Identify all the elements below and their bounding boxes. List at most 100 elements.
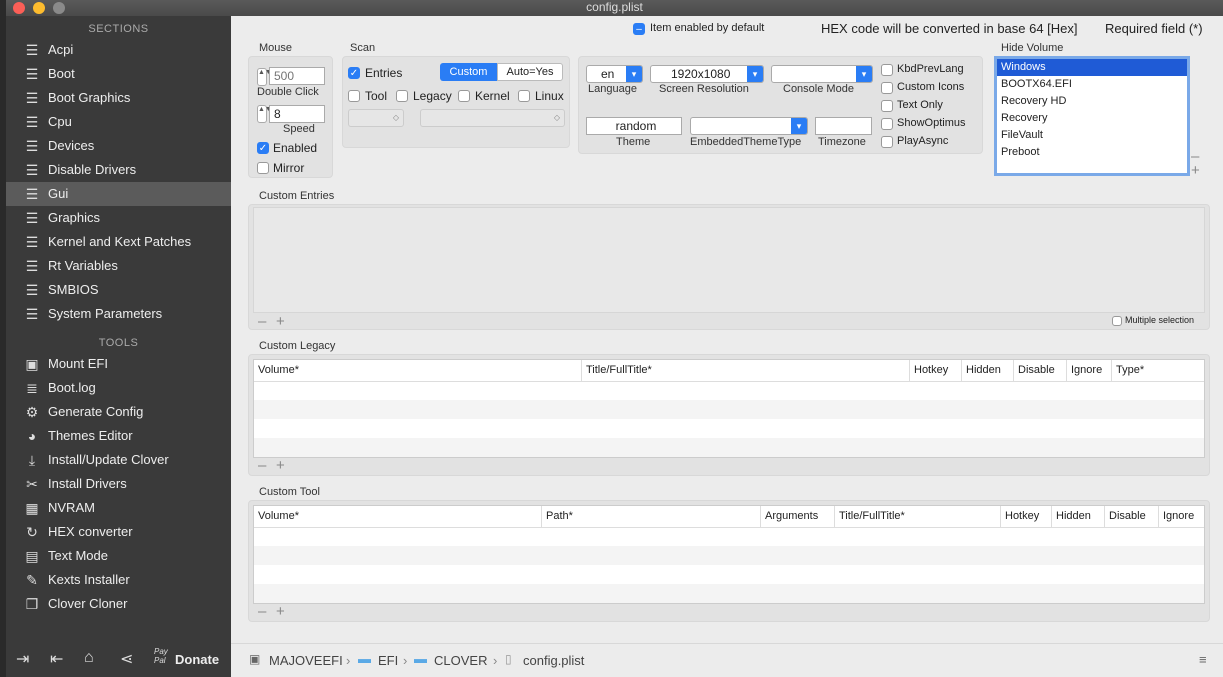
chip-icon: ▦ bbox=[25, 500, 39, 516]
speed-stepper[interactable]: ▲▼ bbox=[257, 105, 272, 123]
sidebar-item-system-parameters[interactable]: ☰ System Parameters bbox=[6, 302, 231, 326]
minimize-window-button[interactable] bbox=[33, 2, 45, 14]
auto-yes-segment[interactable]: Auto=Yes bbox=[497, 63, 563, 81]
custom-legacy-table[interactable]: Volume* Title/FullTitle* Hotkey Hidden D… bbox=[253, 359, 1205, 458]
sidebar-item-acpi[interactable]: ☰ Acpi bbox=[6, 38, 231, 62]
entries-checkbox[interactable]: ✓ bbox=[348, 67, 360, 79]
path-segment[interactable]: CLOVER bbox=[434, 653, 487, 668]
tool-themes-editor[interactable]: ◕ Themes Editor bbox=[6, 424, 231, 448]
tool-generate-config[interactable]: ⚙ Generate Config bbox=[6, 400, 231, 424]
custom-legacy-remove-button[interactable]: – bbox=[258, 458, 266, 473]
path-segment[interactable]: config.plist bbox=[523, 653, 584, 668]
scan-legacy-popup[interactable]: ◇ bbox=[348, 109, 404, 127]
column-header[interactable]: Hidden bbox=[962, 360, 1014, 381]
column-header[interactable]: Title/FullTitle* bbox=[835, 506, 1001, 527]
tool-clover-cloner[interactable]: ❐ Clover Cloner bbox=[6, 592, 231, 616]
speed-input[interactable]: 8 bbox=[269, 105, 325, 123]
column-header[interactable]: Type* bbox=[1112, 360, 1204, 381]
sidebar-item-boot-graphics[interactable]: ☰ Boot Graphics bbox=[6, 86, 231, 110]
sidebar-item-cpu[interactable]: ☰ Cpu bbox=[6, 110, 231, 134]
table-row bbox=[254, 400, 1204, 419]
custom-entries-add-button[interactable]: + bbox=[276, 314, 285, 329]
sidebar-item-disable-drivers[interactable]: ☰ Disable Drivers bbox=[6, 158, 231, 182]
timezone-input[interactable] bbox=[815, 117, 872, 135]
mirror-checkbox[interactable] bbox=[257, 162, 269, 174]
sidebar-item-kernel-kext-patches[interactable]: ☰ Kernel and Kext Patches bbox=[6, 230, 231, 254]
sidebar-item-smbios[interactable]: ☰ SMBIOS bbox=[6, 278, 231, 302]
donate-button[interactable]: Donate bbox=[175, 652, 219, 667]
sidebar-item-boot[interactable]: ☰ Boot bbox=[6, 62, 231, 86]
list-item[interactable]: Recovery bbox=[997, 110, 1187, 127]
tool-checkbox[interactable] bbox=[348, 90, 360, 102]
sidebar-item-devices[interactable]: ☰ Devices bbox=[6, 134, 231, 158]
legacy-checkbox[interactable] bbox=[396, 90, 408, 102]
playasync-checkbox[interactable] bbox=[881, 136, 893, 148]
chevron-down-icon: ▾ bbox=[791, 118, 807, 134]
hide-volume-add-button[interactable]: + bbox=[1191, 163, 1200, 178]
list-item[interactable]: BOOTX64.EFI bbox=[997, 76, 1187, 93]
tool-boot-log[interactable]: ≣ Boot.log bbox=[6, 376, 231, 400]
export-icon[interactable]: ⇤ bbox=[50, 649, 63, 669]
custom-icons-checkbox[interactable] bbox=[881, 82, 893, 94]
menu-icon[interactable]: ≡ bbox=[1199, 652, 1207, 667]
sidebar-item-rt-variables[interactable]: ☰ Rt Variables bbox=[6, 254, 231, 278]
kernel-checkbox[interactable] bbox=[458, 90, 470, 102]
double-click-input[interactable] bbox=[269, 67, 325, 85]
scan-kernel-popup[interactable]: ◇ bbox=[420, 109, 565, 127]
sidebar-item-graphics[interactable]: ☰ Graphics bbox=[6, 206, 231, 230]
linux-checkbox[interactable] bbox=[518, 90, 530, 102]
double-click-stepper[interactable]: ▲▼ bbox=[257, 68, 272, 86]
tool-mount-efi[interactable]: ▣ Mount EFI bbox=[6, 352, 231, 376]
column-header[interactable]: Volume* bbox=[254, 506, 542, 527]
home-icon[interactable]: ⌂ bbox=[84, 649, 94, 667]
tool-install-drivers[interactable]: ✂ Install Drivers bbox=[6, 472, 231, 496]
language-popup[interactable]: en ▾ bbox=[586, 65, 643, 83]
chevron-down-icon: ▾ bbox=[747, 66, 763, 82]
console-mode-popup[interactable]: ▾ bbox=[771, 65, 873, 83]
embedded-theme-popup[interactable]: ▾ bbox=[690, 117, 808, 135]
import-icon[interactable]: ⇥ bbox=[16, 649, 29, 669]
tool-hex-converter[interactable]: ↻ HEX converter bbox=[6, 520, 231, 544]
column-header[interactable]: Disable bbox=[1105, 506, 1159, 527]
tool-install-update-clover[interactable]: ⤓ Install/Update Clover bbox=[6, 448, 231, 472]
share-icon[interactable]: ⋖ bbox=[120, 649, 133, 669]
kbdprevlang-checkbox[interactable] bbox=[881, 64, 893, 76]
column-header[interactable]: Disable bbox=[1014, 360, 1067, 381]
playasync-label: PlayAsync bbox=[897, 135, 949, 147]
sidebar-item-gui[interactable]: ☰ Gui bbox=[6, 182, 231, 206]
custom-entries-remove-button[interactable]: – bbox=[258, 314, 266, 329]
column-header[interactable]: Arguments bbox=[761, 506, 835, 527]
custom-entries-list[interactable] bbox=[253, 207, 1205, 313]
custom-tool-add-button[interactable]: + bbox=[276, 604, 285, 619]
custom-tool-table[interactable]: Volume* Path* Arguments Title/FullTitle*… bbox=[253, 505, 1205, 604]
list-item[interactable]: Preboot bbox=[997, 144, 1187, 161]
zoom-window-button[interactable] bbox=[53, 2, 65, 14]
hide-volume-list[interactable]: Windows BOOTX64.EFI Recovery HD Recovery… bbox=[994, 56, 1190, 176]
column-header[interactable]: Hidden bbox=[1052, 506, 1105, 527]
column-header[interactable]: Ignore bbox=[1159, 506, 1204, 527]
path-segment[interactable]: MAJOVEEFI bbox=[269, 653, 343, 668]
custom-tool-remove-button[interactable]: – bbox=[258, 604, 266, 619]
column-header[interactable]: Ignore bbox=[1067, 360, 1112, 381]
column-header[interactable]: Volume* bbox=[254, 360, 582, 381]
custom-segment[interactable]: Custom bbox=[440, 63, 497, 81]
tool-text-mode[interactable]: ▤ Text Mode bbox=[6, 544, 231, 568]
custom-legacy-add-button[interactable]: + bbox=[276, 458, 285, 473]
enabled-checkbox[interactable]: ✓ bbox=[257, 142, 269, 154]
column-header[interactable]: Hotkey bbox=[1001, 506, 1052, 527]
screen-resolution-popup[interactable]: 1920x1080 ▾ bbox=[650, 65, 764, 83]
column-header[interactable]: Title/FullTitle* bbox=[582, 360, 910, 381]
column-header[interactable]: Hotkey bbox=[910, 360, 962, 381]
tool-nvram[interactable]: ▦ NVRAM bbox=[6, 496, 231, 520]
showoptimus-checkbox[interactable] bbox=[881, 118, 893, 130]
theme-input[interactable]: random bbox=[586, 117, 682, 135]
list-item[interactable]: Recovery HD bbox=[997, 93, 1187, 110]
list-item[interactable]: Windows bbox=[997, 59, 1187, 76]
close-window-button[interactable] bbox=[13, 2, 25, 14]
tool-kexts-installer[interactable]: ✎ Kexts Installer bbox=[6, 568, 231, 592]
column-header[interactable]: Path* bbox=[542, 506, 761, 527]
multiple-selection-checkbox[interactable] bbox=[1112, 316, 1122, 326]
path-segment[interactable]: EFI bbox=[378, 653, 398, 668]
list-item[interactable]: FileVault bbox=[997, 127, 1187, 144]
text-only-checkbox[interactable] bbox=[881, 100, 893, 112]
